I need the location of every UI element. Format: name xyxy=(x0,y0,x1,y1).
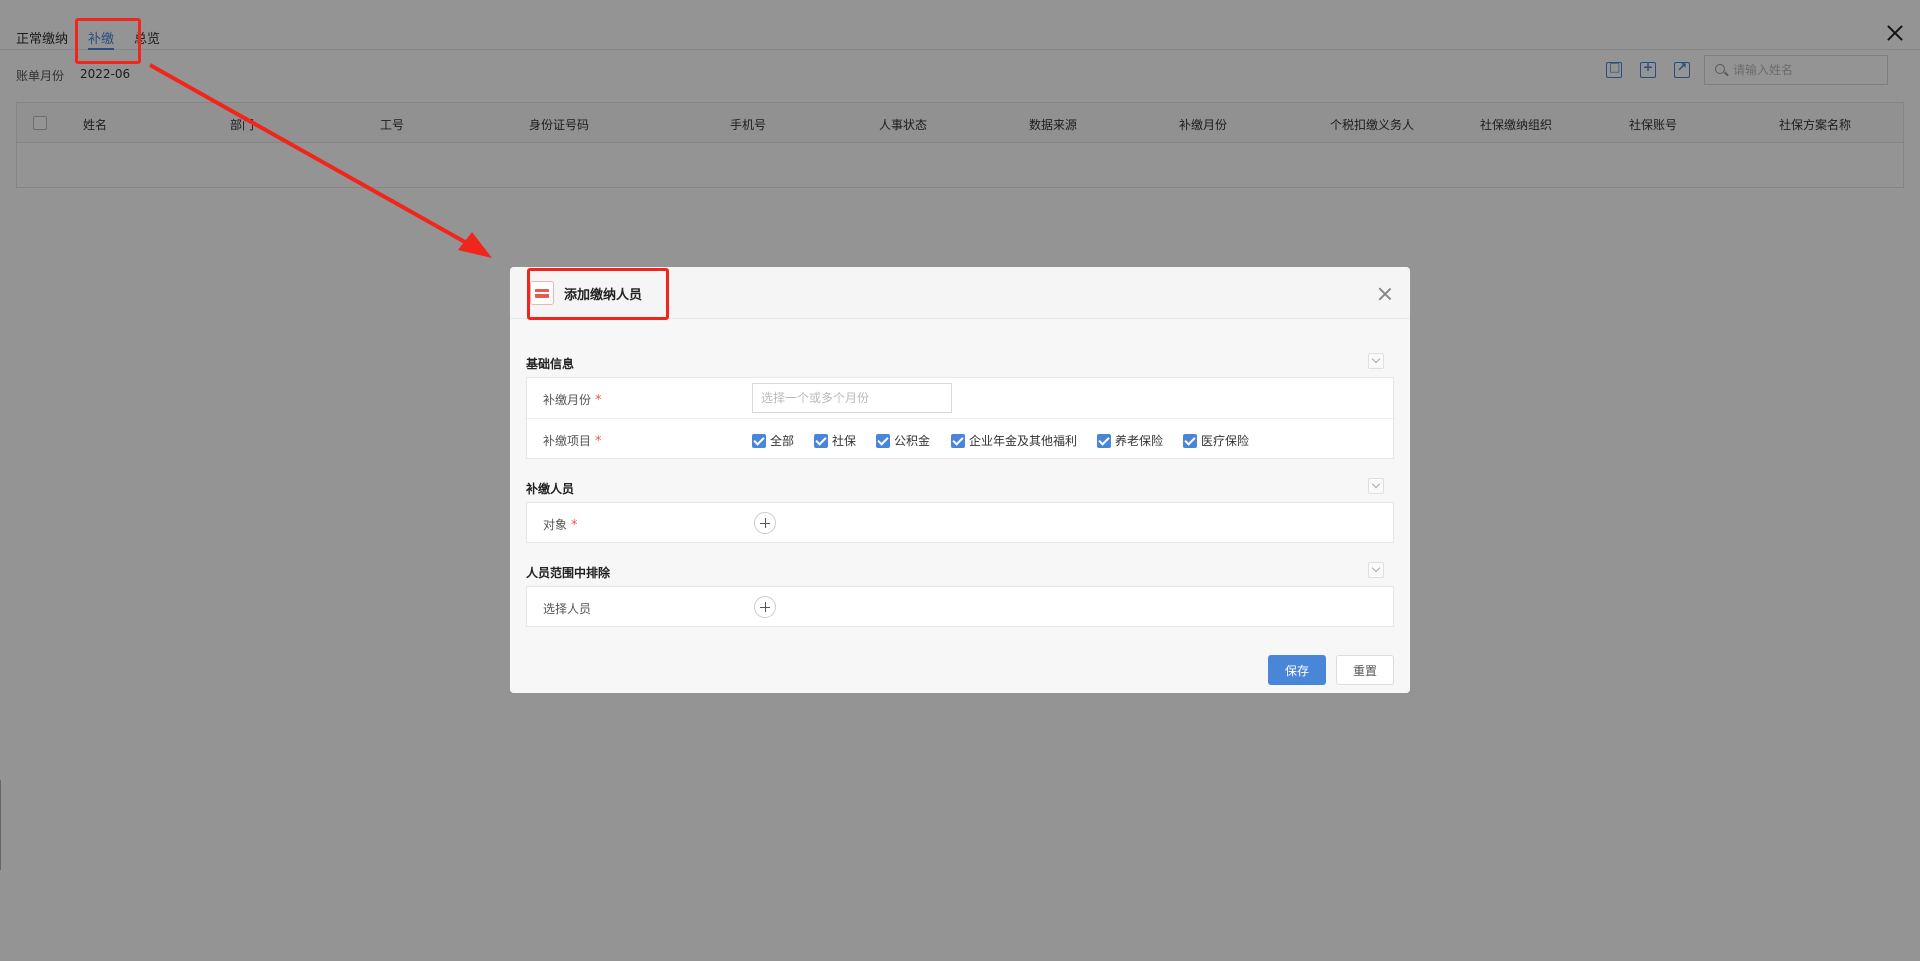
annotation-arrow xyxy=(149,63,492,258)
